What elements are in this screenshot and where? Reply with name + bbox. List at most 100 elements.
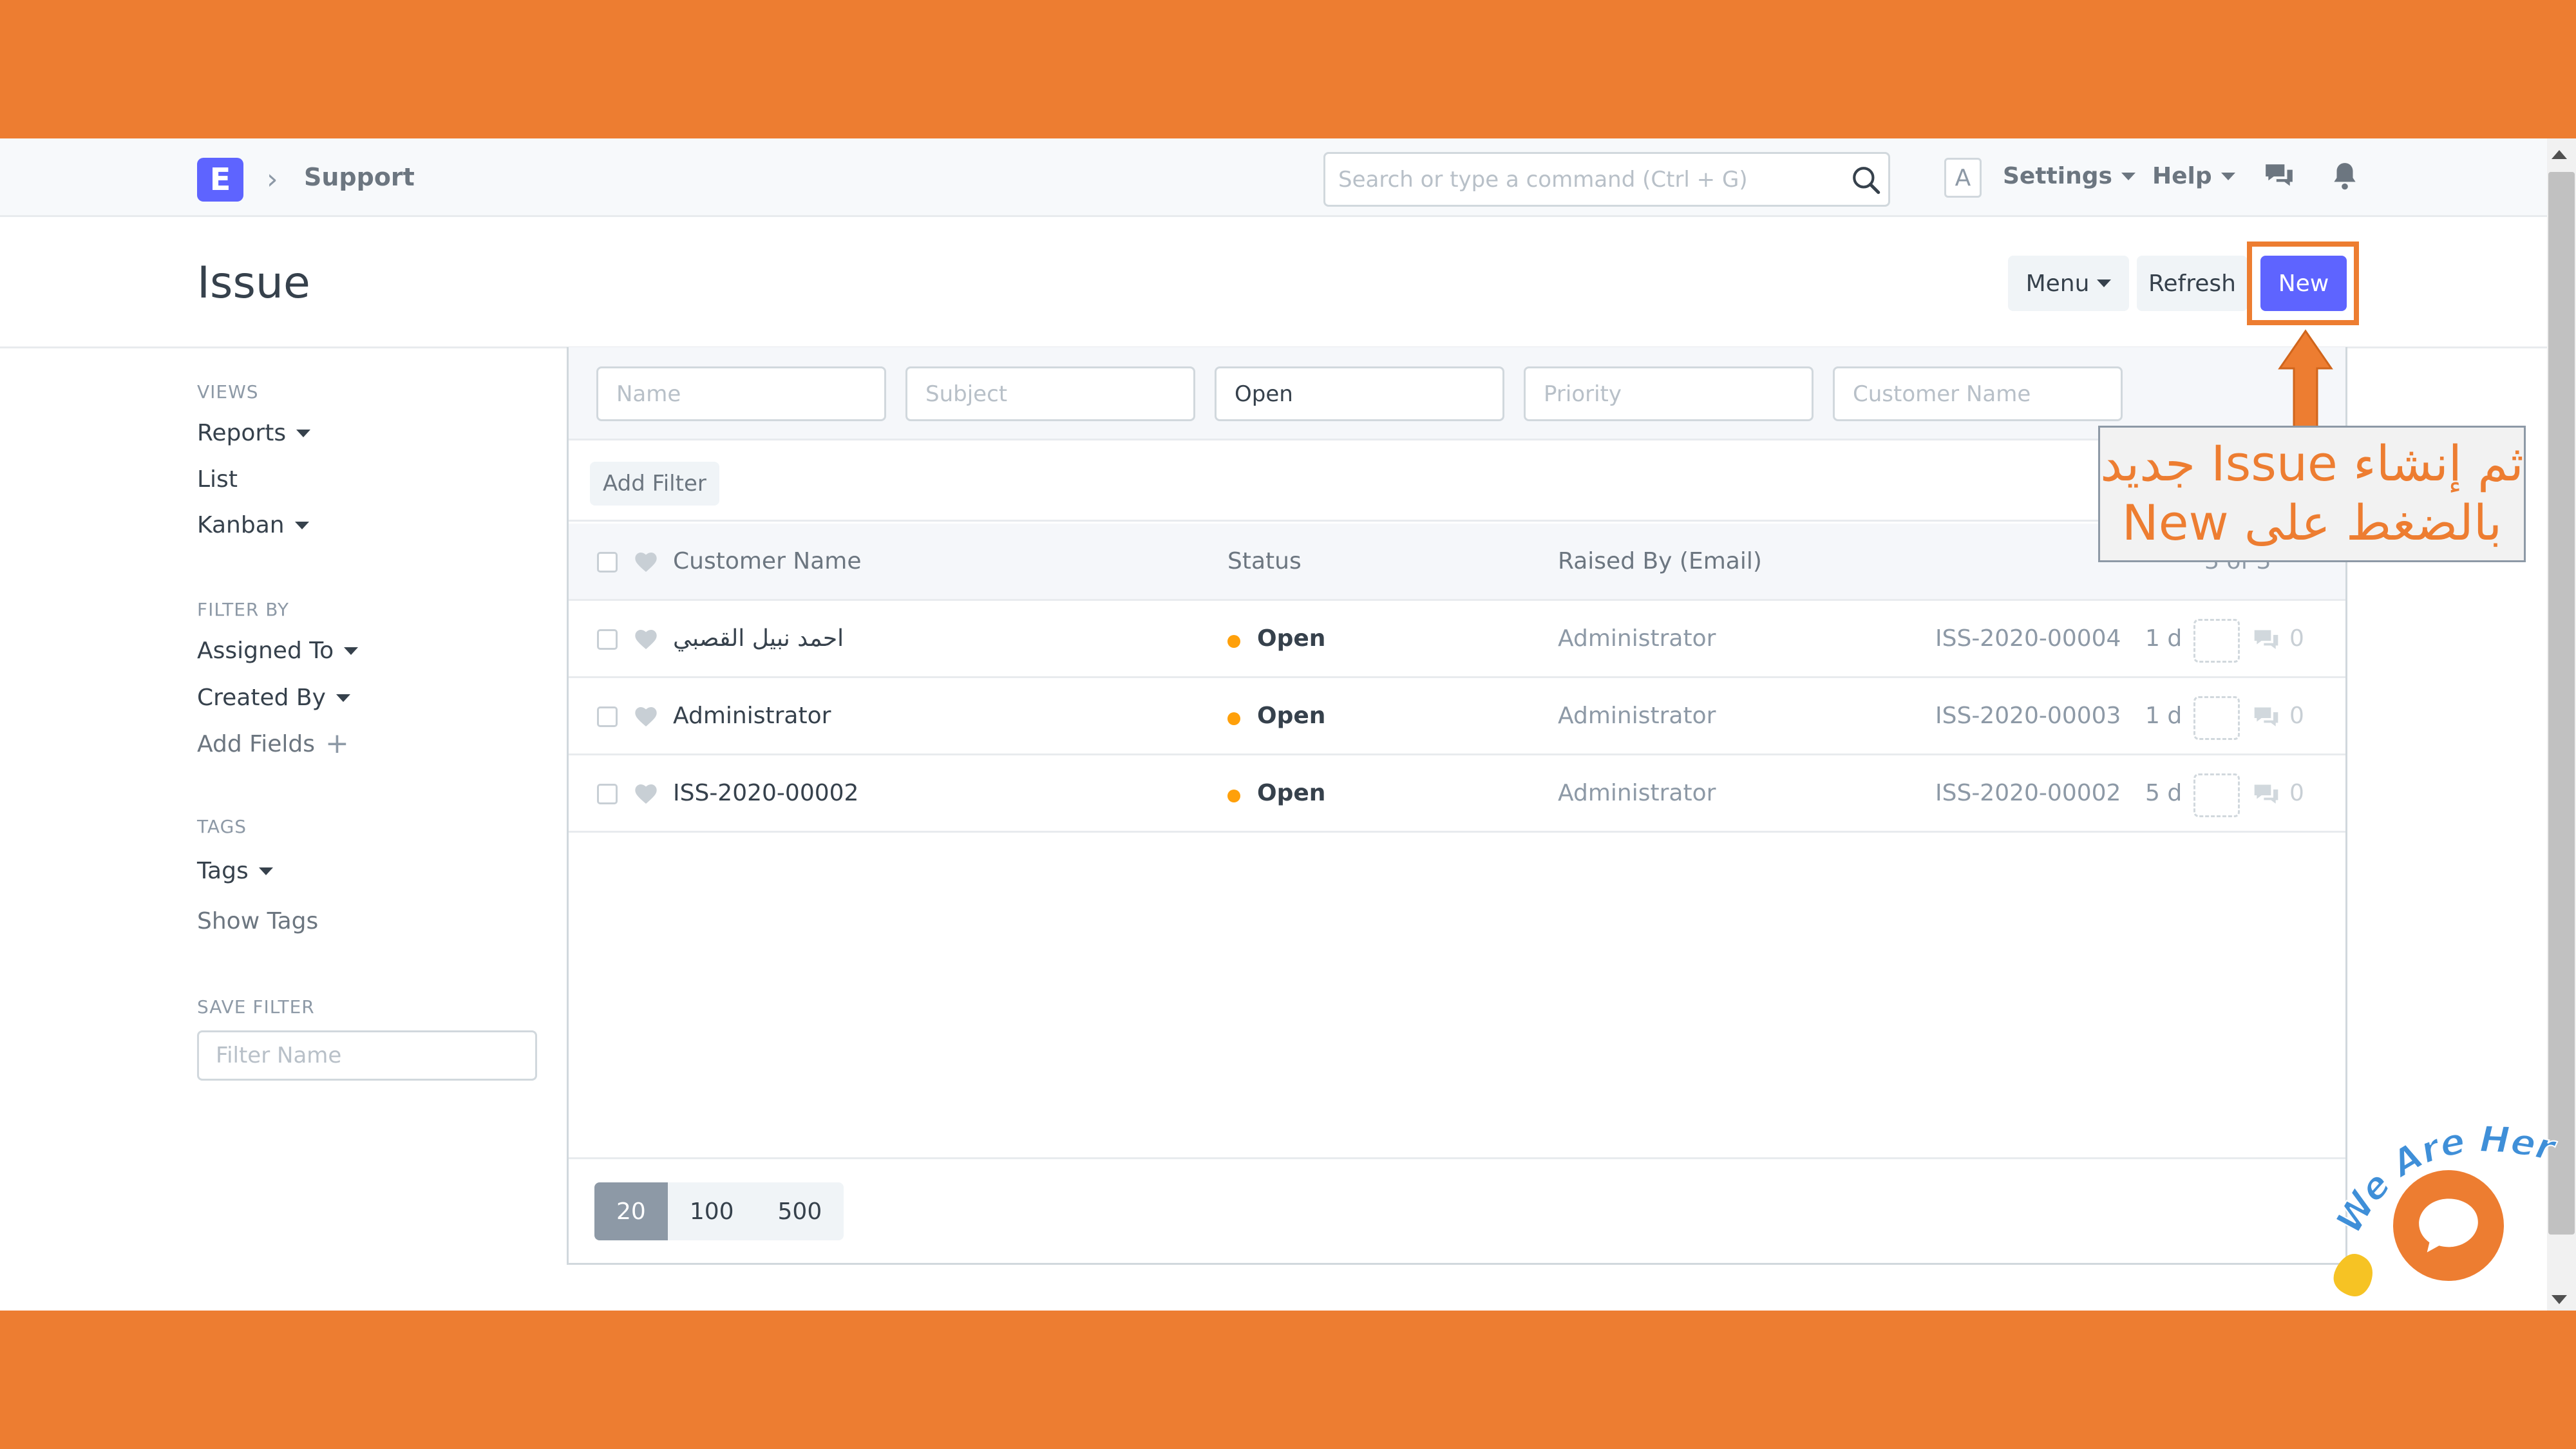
menu-button[interactable]: Menu	[2008, 256, 2129, 311]
page-length-100[interactable]: 100	[667, 1182, 756, 1240]
column-customer-name[interactable]: Customer Name	[673, 548, 862, 574]
row-age: 1 d	[2145, 625, 2183, 652]
caret-down-icon	[258, 867, 273, 875]
caret-down-icon	[2221, 172, 2235, 180]
navbar: E › Support A Settings Help	[0, 138, 2547, 217]
sidebar-item-add-fields[interactable]: Add Fields +	[197, 730, 349, 758]
column-status[interactable]: Status	[1227, 548, 1302, 574]
row-id: ISS-2020-00004	[1935, 625, 2121, 652]
assigned-to-label: Assigned To	[197, 638, 334, 664]
instruction-callout: ثم إنشاء Issue جديد بالضغط على New	[2098, 426, 2526, 562]
breadcrumb-support[interactable]: Support	[304, 163, 415, 191]
row-comment-count: 0	[2289, 780, 2304, 806]
refresh-button[interactable]: Refresh	[2137, 256, 2248, 311]
sidebar-item-list[interactable]: List	[197, 466, 238, 493]
row-id: ISS-2020-00003	[1935, 703, 2121, 729]
row-status: Open	[1257, 780, 1326, 806]
menu-label: Menu	[2025, 270, 2090, 297]
sidebar-item-created-by[interactable]: Created By	[197, 685, 350, 711]
comment-icon	[2254, 630, 2278, 649]
search-icon[interactable]	[1850, 164, 1882, 196]
created-by-label: Created By	[197, 685, 326, 711]
bell-icon[interactable]	[2329, 160, 2361, 193]
heart-icon[interactable]	[633, 704, 659, 730]
standard-filters	[569, 347, 2345, 440]
comment-icon	[2254, 707, 2278, 726]
app-window: E › Support A Settings Help Issue	[0, 138, 2576, 1311]
comment-icon	[2254, 784, 2278, 804]
table-row[interactable]: Administrator Open Administrator ISS-202…	[569, 678, 2345, 755]
chat-widget-button[interactable]	[2393, 1170, 2504, 1281]
sidebar-item-assigned-to[interactable]: Assigned To	[197, 638, 359, 664]
app-logo[interactable]: E	[197, 158, 243, 202]
issue-list: Add Filter Customer Name Status Raised B…	[567, 347, 2347, 1265]
table-row[interactable]: ISS-2020-00002 Open Administrator ISS-20…	[569, 755, 2345, 833]
sidebar-item-kanban[interactable]: Kanban	[197, 512, 309, 538]
help-dropdown[interactable]: Help	[2152, 163, 2235, 189]
tags-heading: TAGS	[197, 816, 247, 837]
status-indicator	[1227, 635, 1240, 648]
filter-name-input[interactable]	[197, 1030, 537, 1081]
plus-icon: +	[325, 727, 349, 760]
page-title: Issue	[197, 258, 310, 308]
name-filter-input[interactable]	[596, 366, 886, 421]
chat-icon[interactable]	[2263, 160, 2295, 193]
reports-label: Reports	[197, 420, 287, 446]
page-length-selector: 20 100 500	[594, 1182, 844, 1240]
settings-dropdown[interactable]: Settings	[2003, 163, 2136, 189]
customer-filter-input[interactable]	[1833, 366, 2123, 421]
filter-by-heading: FILTER BY	[197, 599, 290, 620]
awesomebar	[1323, 152, 1890, 207]
caret-down-icon	[2097, 279, 2112, 287]
add-filter-button[interactable]: Add Filter	[590, 462, 719, 506]
views-heading: VIEWS	[197, 381, 259, 402]
row-checkbox[interactable]	[597, 629, 618, 650]
sidebar-item-tags[interactable]: Tags	[197, 858, 273, 884]
row-customer-name[interactable]: احمد نبيل القصبي	[673, 625, 844, 652]
row-checkbox[interactable]	[597, 706, 618, 727]
sidebar-item-reports[interactable]: Reports	[197, 420, 311, 446]
list-footer-divider	[569, 1157, 2345, 1159]
scroll-up-arrow-icon[interactable]	[2552, 150, 2567, 159]
row-customer-name[interactable]: Administrator	[673, 703, 831, 729]
assignee-placeholder[interactable]	[2193, 619, 2240, 663]
assignee-placeholder[interactable]	[2193, 773, 2240, 817]
row-raised-by: Administrator	[1558, 625, 1716, 652]
status-filter-input[interactable]	[1215, 366, 1504, 421]
row-customer-name[interactable]: ISS-2020-00002	[673, 780, 858, 806]
row-raised-by: Administrator	[1558, 703, 1716, 729]
scrollbar-thumb[interactable]	[2548, 172, 2575, 1235]
show-tags-label: Show Tags	[197, 908, 319, 934]
list-label: List	[197, 466, 238, 493]
select-all-checkbox[interactable]	[597, 552, 618, 573]
assignee-placeholder[interactable]	[2193, 696, 2240, 740]
table-row[interactable]: احمد نبيل القصبي Open Administrator ISS-…	[569, 601, 2345, 678]
page-length-500[interactable]: 500	[755, 1182, 844, 1240]
table-header: Customer Name Status Raised By (Email) 3…	[569, 524, 2345, 601]
heart-icon[interactable]	[633, 627, 659, 652]
chat-bubble-icon	[2419, 1198, 2478, 1253]
top-orange-band	[0, 0, 2576, 138]
add-fields-label: Add Fields	[197, 730, 315, 757]
user-avatar[interactable]: A	[1944, 158, 1982, 198]
caret-down-icon	[296, 429, 311, 437]
caret-down-icon	[294, 521, 309, 529]
callout-line-2: بالضغط على New	[2121, 494, 2503, 551]
search-input[interactable]	[1338, 154, 1841, 205]
sidebar-item-show-tags[interactable]: Show Tags	[197, 908, 318, 934]
page-length-20[interactable]: 20	[594, 1182, 668, 1240]
caret-down-icon	[344, 647, 359, 655]
tags-label: Tags	[197, 858, 249, 884]
row-comment-count: 0	[2289, 703, 2304, 729]
column-raised-by[interactable]: Raised By (Email)	[1558, 548, 1762, 574]
heart-icon[interactable]	[633, 781, 659, 807]
row-checkbox[interactable]	[597, 784, 618, 804]
new-button[interactable]: New	[2260, 256, 2347, 311]
callout-line-1: ثم إنشاء Issue جديد	[2100, 435, 2524, 492]
row-age: 1 d	[2145, 703, 2183, 729]
caret-down-icon	[2121, 172, 2136, 180]
priority-filter-input[interactable]	[1524, 366, 1814, 421]
subject-filter-input[interactable]	[905, 366, 1195, 421]
heart-icon[interactable]	[633, 549, 659, 575]
row-comment-count: 0	[2289, 625, 2304, 652]
